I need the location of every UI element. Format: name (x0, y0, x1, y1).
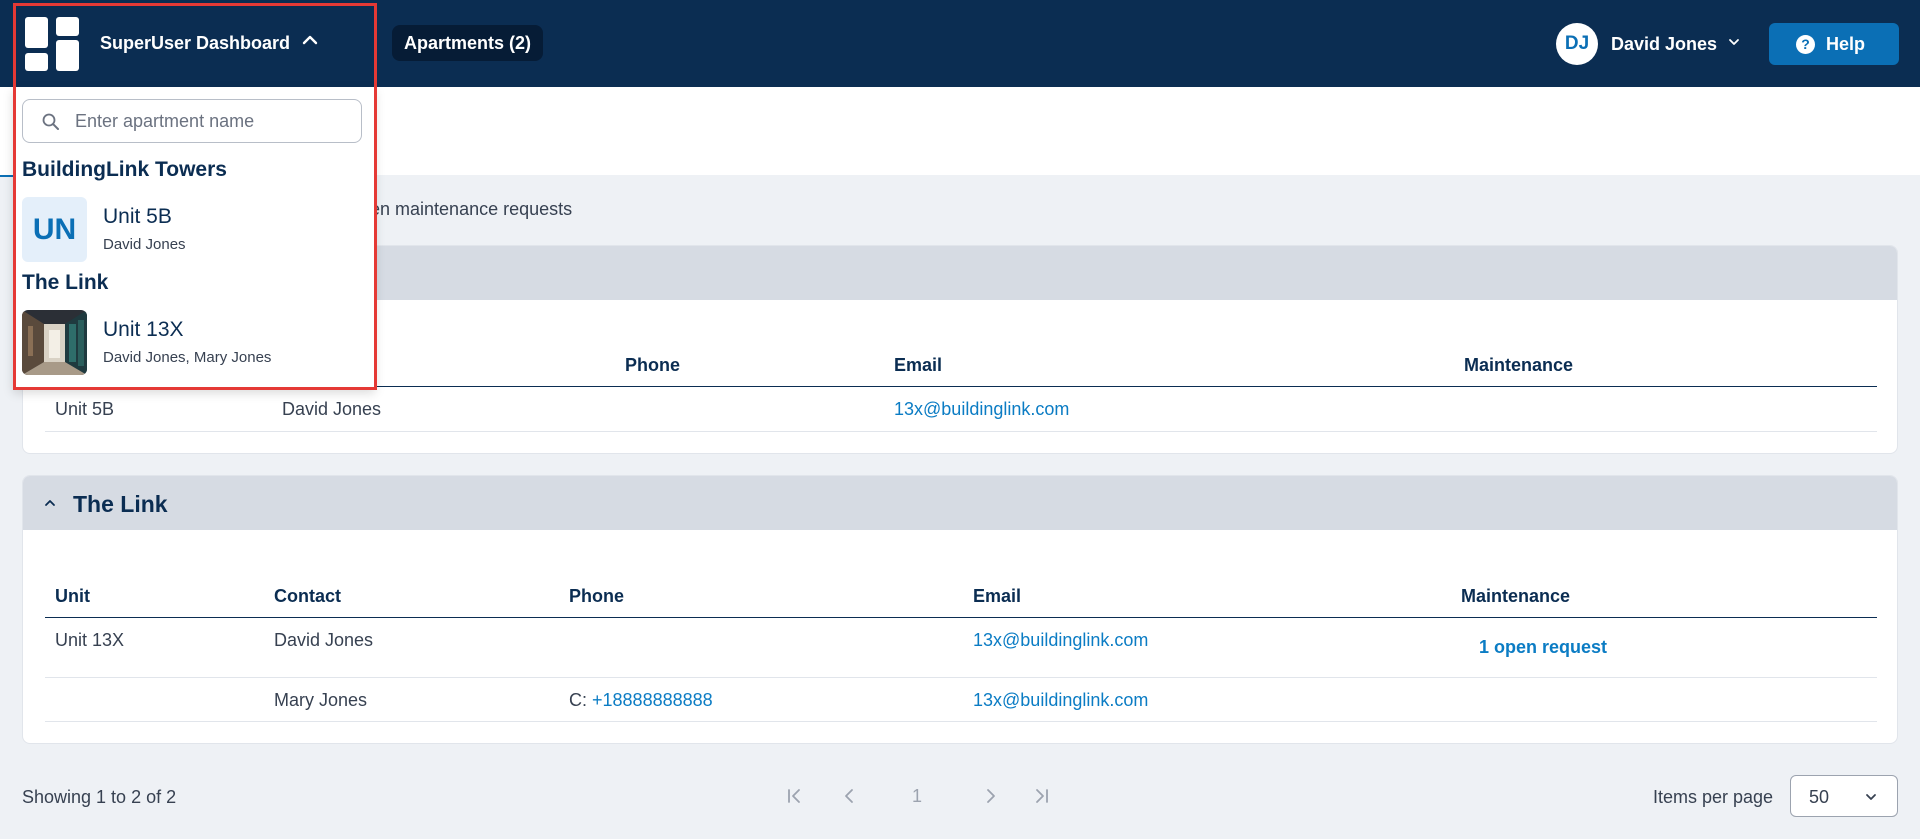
chevron-up-icon[interactable] (43, 496, 57, 510)
header-divider (45, 617, 1877, 618)
unit-option-residents: David Jones (103, 236, 186, 253)
column-header-email: Email (894, 355, 943, 375)
building-card-title: The Link (73, 491, 168, 517)
apartments-tab[interactable]: Apartments (2) (392, 25, 544, 61)
help-button[interactable]: ? Help (1769, 23, 1899, 65)
building-group-title: BuildingLink Towers (22, 158, 227, 181)
items-per-page-value: 50 (1809, 787, 1830, 807)
help-icon: ? (1796, 35, 1815, 54)
row-divider (45, 677, 1877, 678)
apartment-switcher-dropdown: BuildingLink Towers UN Unit 5B David Jon… (13, 87, 375, 389)
maintenance-summary: pen maintenance requests (360, 199, 573, 219)
grid-logo-icon[interactable] (25, 17, 81, 71)
row-divider (45, 721, 1877, 722)
chevron-down-icon (1866, 794, 1876, 800)
prev-page-icon[interactable] (838, 784, 862, 808)
contact-cell: Mary Jones (274, 690, 368, 710)
avatar[interactable]: DJ (1556, 23, 1598, 65)
building-card-header[interactable]: The Link (23, 476, 1897, 530)
contact-cell: David Jones (274, 630, 374, 650)
row-divider (45, 431, 1877, 432)
unit-option[interactable]: Unit 13X David Jones, Mary Jones (22, 310, 362, 376)
phone-link[interactable]: +18888888888 (592, 690, 713, 710)
building-group-title: The Link (22, 271, 109, 294)
column-header-email: Email (973, 586, 1022, 606)
active-tab-indicator (0, 175, 14, 177)
unit-option[interactable]: UN Unit 5B David Jones (22, 197, 362, 263)
unit-cell: Unit 5B (55, 399, 115, 419)
pagination-summary: Showing 1 to 2 of 2 (22, 787, 177, 807)
unit-photo (22, 310, 87, 375)
search-icon (42, 113, 59, 130)
chevron-down-icon[interactable] (1726, 34, 1742, 50)
current-page-number[interactable]: 1 (912, 786, 922, 807)
items-per-page-label: Items per page (1653, 787, 1774, 807)
column-header-maintenance: Maintenance (1461, 586, 1571, 606)
email-link[interactable]: 13x@buildinglink.com (973, 690, 1148, 711)
building-card: The Link Unit Contact Phone Email Mainte… (22, 475, 1898, 744)
email-link[interactable]: 13x@buildinglink.com (973, 630, 1148, 651)
unit-option-name: Unit 5B (103, 205, 172, 228)
search-field[interactable] (22, 99, 362, 143)
column-header-unit: Unit (55, 586, 90, 606)
unit-option-residents: David Jones, Mary Jones (103, 349, 272, 366)
unit-cell: Unit 13X (55, 630, 125, 650)
help-button-label: Help (1826, 34, 1866, 54)
open-request-link[interactable]: 1 open request (1479, 637, 1607, 658)
first-page-icon[interactable] (782, 784, 806, 808)
user-menu-name[interactable]: David Jones (1611, 34, 1717, 55)
top-navigation-bar: SuperUser Dashboard Apartments (2) DJ Da… (0, 0, 1920, 87)
chevron-up-icon[interactable] (300, 30, 320, 50)
column-header-maintenance: Maintenance (1464, 355, 1574, 375)
search-input[interactable] (75, 106, 355, 136)
phone-cell: C: +18888888888 (569, 690, 713, 711)
items-per-page-select[interactable]: 50 (1790, 775, 1898, 817)
last-page-icon[interactable] (1030, 784, 1054, 808)
phone-type-label: C: (569, 690, 593, 710)
contact-cell: David Jones (282, 399, 382, 419)
unit-initials-avatar: UN (22, 197, 87, 262)
column-header-phone: Phone (569, 586, 625, 606)
dashboard-switcher-title[interactable]: SuperUser Dashboard (100, 33, 290, 54)
unit-option-name: Unit 13X (103, 318, 184, 341)
next-page-icon[interactable] (978, 784, 1002, 808)
column-header-contact: Contact (274, 586, 341, 606)
email-link[interactable]: 13x@buildinglink.com (894, 399, 1069, 420)
column-header-phone: Phone (625, 355, 681, 375)
